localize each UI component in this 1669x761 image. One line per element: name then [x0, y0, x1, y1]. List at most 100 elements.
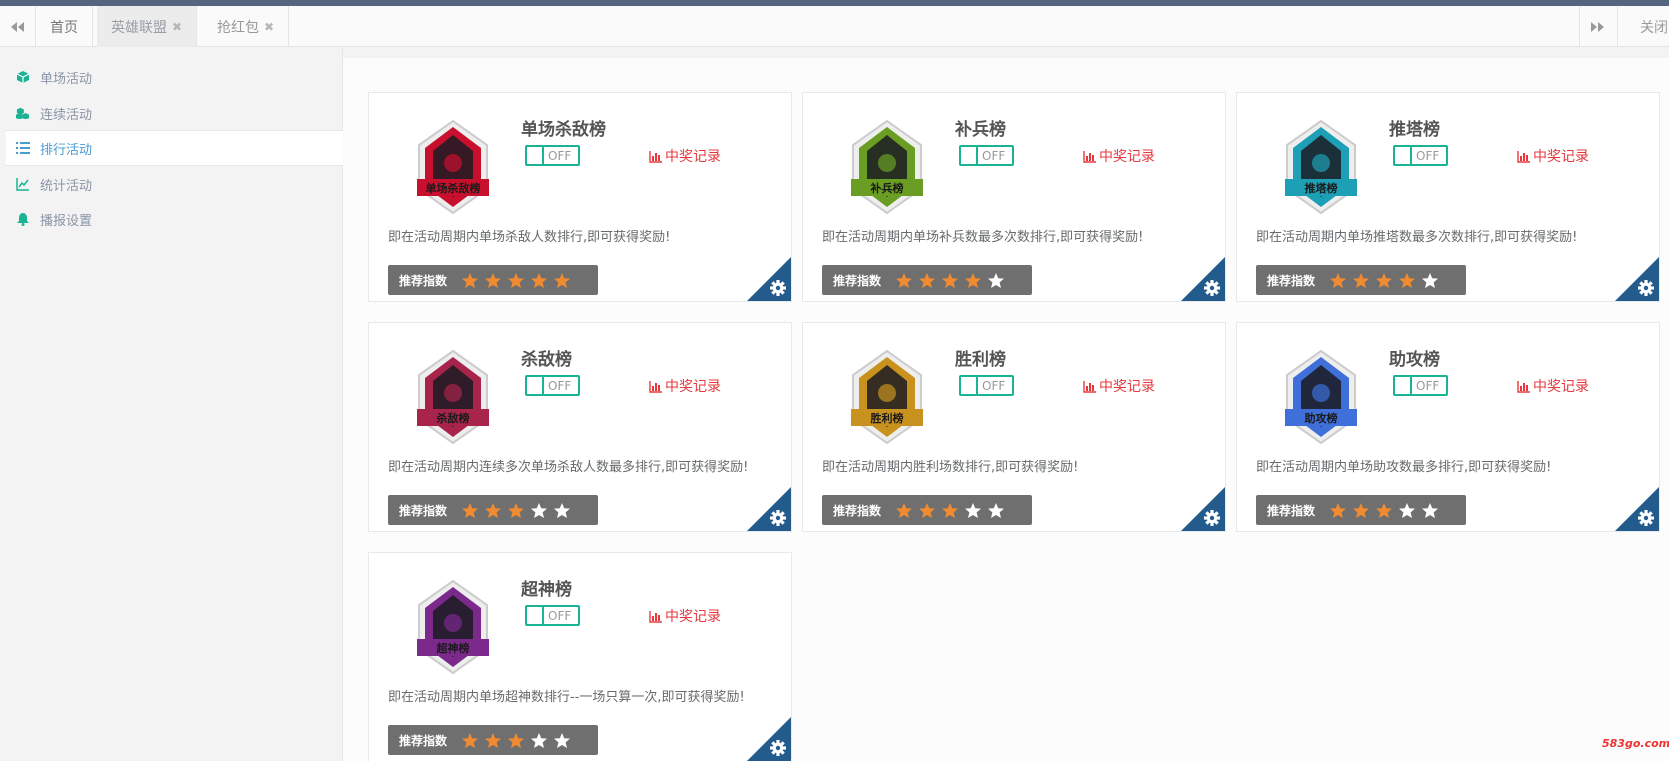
activity-toggle[interactable]: OFF	[525, 375, 580, 396]
activity-toggle[interactable]: OFF	[959, 375, 1014, 396]
rating-label: 推荐指数	[399, 273, 448, 288]
star-icon	[919, 272, 936, 288]
gear-icon	[1204, 510, 1220, 526]
settings-corner-button[interactable]	[1181, 257, 1225, 301]
activity-card: 助攻榜 助攻榜 OFF 中奖记录 即在活动周期内单场助攻数最多排行,即可获得奖励…	[1236, 322, 1660, 532]
star-icon	[1399, 272, 1416, 288]
rating-label: 推荐指数	[1267, 503, 1316, 518]
star-icon	[554, 502, 571, 518]
star-icon	[508, 272, 525, 288]
sidebar-item-single-activity[interactable]: 单场活动	[6, 59, 343, 95]
tab-red-packet[interactable]: 抢红包 ✖	[203, 6, 290, 47]
star-icon	[896, 272, 913, 288]
sidebar-item-broadcast-settings[interactable]: 播报设置	[6, 201, 343, 237]
sidebar-item-statistics-activity[interactable]: 统计活动	[6, 166, 343, 202]
award-records-link[interactable]: 中奖记录	[1083, 146, 1155, 166]
award-records-link[interactable]: 中奖记录	[1517, 376, 1589, 396]
bar-chart-icon	[1083, 150, 1096, 163]
recommend-rating: 推荐指数	[388, 495, 598, 525]
activity-toggle[interactable]: OFF	[959, 145, 1014, 166]
gear-icon	[1204, 280, 1220, 296]
tab-lol[interactable]: 英雄联盟 ✖	[97, 6, 198, 47]
sidebar-item-ranking-activity[interactable]: 排行活动	[6, 130, 343, 166]
settings-corner-button[interactable]	[747, 257, 791, 301]
card-description: 即在活动周期内单场杀敌人数排行,即可获得奖励!	[388, 230, 671, 245]
award-records-link[interactable]: 中奖记录	[649, 606, 721, 626]
gear-icon	[1638, 510, 1654, 526]
sidebar: 单场活动 连续活动 排行活动 统计活动 播报设置	[0, 48, 343, 761]
sidebar-item-label: 排行活动	[40, 142, 93, 158]
star-icon	[462, 732, 479, 748]
main-content: 单场杀敌榜 单场杀敌榜 OFF 中奖记录 即在活动周期内单场杀敌人数排行,即可获…	[343, 58, 1669, 761]
double-right-arrow-icon	[1591, 21, 1604, 32]
ranking-badge-icon: 补兵榜	[851, 119, 923, 215]
award-label: 中奖记录	[1533, 379, 1589, 395]
activity-toggle[interactable]: OFF	[525, 605, 580, 626]
ranking-badge-icon: 胜利榜	[851, 349, 923, 445]
ranking-badge-icon: 助攻榜	[1285, 349, 1357, 445]
toggle-label: OFF	[548, 378, 572, 393]
star-icon	[988, 502, 1005, 518]
rating-label: 推荐指数	[833, 273, 882, 288]
card-title: 单场杀敌榜	[521, 120, 606, 140]
recommend-rating: 推荐指数	[388, 725, 598, 755]
toggle-knob	[961, 147, 978, 164]
star-icon	[919, 502, 936, 518]
activity-card: 单场杀敌榜 单场杀敌榜 OFF 中奖记录 即在活动周期内单场杀敌人数排行,即可获…	[368, 92, 792, 302]
toggle-knob	[527, 147, 544, 164]
award-records-link[interactable]: 中奖记录	[649, 146, 721, 166]
award-label: 中奖记录	[1533, 149, 1589, 165]
star-icon	[554, 732, 571, 748]
award-records-link[interactable]: 中奖记录	[1517, 146, 1589, 166]
tab-home[interactable]: 首页	[36, 6, 93, 47]
badge-text: 胜利榜	[870, 411, 904, 425]
line-chart-icon	[15, 176, 31, 192]
activity-toggle[interactable]: OFF	[525, 145, 580, 166]
gear-icon	[1638, 280, 1654, 296]
activity-card: 推塔榜 推塔榜 OFF 中奖记录 即在活动周期内单场推塔数最多次数排行,即可获得…	[1236, 92, 1660, 302]
badge-text: 推塔榜	[1305, 181, 1338, 195]
toggle-label: OFF	[982, 148, 1006, 163]
star-icon	[508, 732, 525, 748]
gear-icon	[770, 740, 786, 756]
card-description: 即在活动周期内单场超神数排行--一场只算一次,即可获得奖励!	[388, 690, 745, 705]
rating-label: 推荐指数	[833, 503, 882, 518]
star-icon	[508, 502, 525, 518]
award-records-link[interactable]: 中奖记录	[1083, 376, 1155, 396]
close-icon[interactable]: ✖	[264, 20, 274, 34]
watermark: 583go.com	[1602, 737, 1669, 750]
sidebar-item-continuous-activity[interactable]: 连续活动	[6, 95, 343, 131]
close-icon[interactable]: ✖	[172, 20, 182, 34]
cube-icon	[15, 69, 31, 85]
activity-toggle[interactable]: OFF	[1393, 145, 1448, 166]
settings-corner-button[interactable]	[747, 487, 791, 531]
star-icon	[1353, 502, 1370, 518]
toggle-knob	[1395, 147, 1412, 164]
star-icon	[1376, 272, 1393, 288]
ranking-badge-icon: 单场杀敌榜	[417, 119, 489, 215]
double-left-arrow-icon	[11, 21, 24, 32]
bar-chart-icon	[649, 150, 662, 163]
close-tabs-button[interactable]: 关闭	[1617, 6, 1669, 47]
card-description: 即在活动周期内单场补兵数最多次数排行,即可获得奖励!	[822, 230, 1144, 245]
award-records-link[interactable]: 中奖记录	[649, 376, 721, 396]
settings-corner-button[interactable]	[1181, 487, 1225, 531]
settings-corner-button[interactable]	[1615, 257, 1659, 301]
tab-label: 首页	[50, 19, 78, 36]
card-description: 即在活动周期内单场推塔数最多次数排行,即可获得奖励!	[1256, 230, 1578, 245]
bar-chart-icon	[649, 380, 662, 393]
recommend-rating: 推荐指数	[1256, 495, 1466, 525]
toggle-knob	[527, 377, 544, 394]
card-title: 超神榜	[521, 580, 572, 600]
card-description: 即在活动周期内单场助攻数最多排行,即可获得奖励!	[1256, 460, 1552, 475]
tab-scroll-right-button[interactable]	[1579, 6, 1615, 47]
toggle-label: OFF	[1416, 148, 1440, 163]
activity-card: 超神榜 超神榜 OFF 中奖记录 即在活动周期内单场超神数排行--一场只算一次,…	[368, 552, 792, 761]
star-icon	[462, 502, 479, 518]
tab-scroll-left-button[interactable]	[0, 6, 36, 47]
toggle-knob	[961, 377, 978, 394]
recommend-rating: 推荐指数	[388, 265, 598, 295]
settings-corner-button[interactable]	[1615, 487, 1659, 531]
settings-corner-button[interactable]	[747, 717, 791, 761]
activity-toggle[interactable]: OFF	[1393, 375, 1448, 396]
